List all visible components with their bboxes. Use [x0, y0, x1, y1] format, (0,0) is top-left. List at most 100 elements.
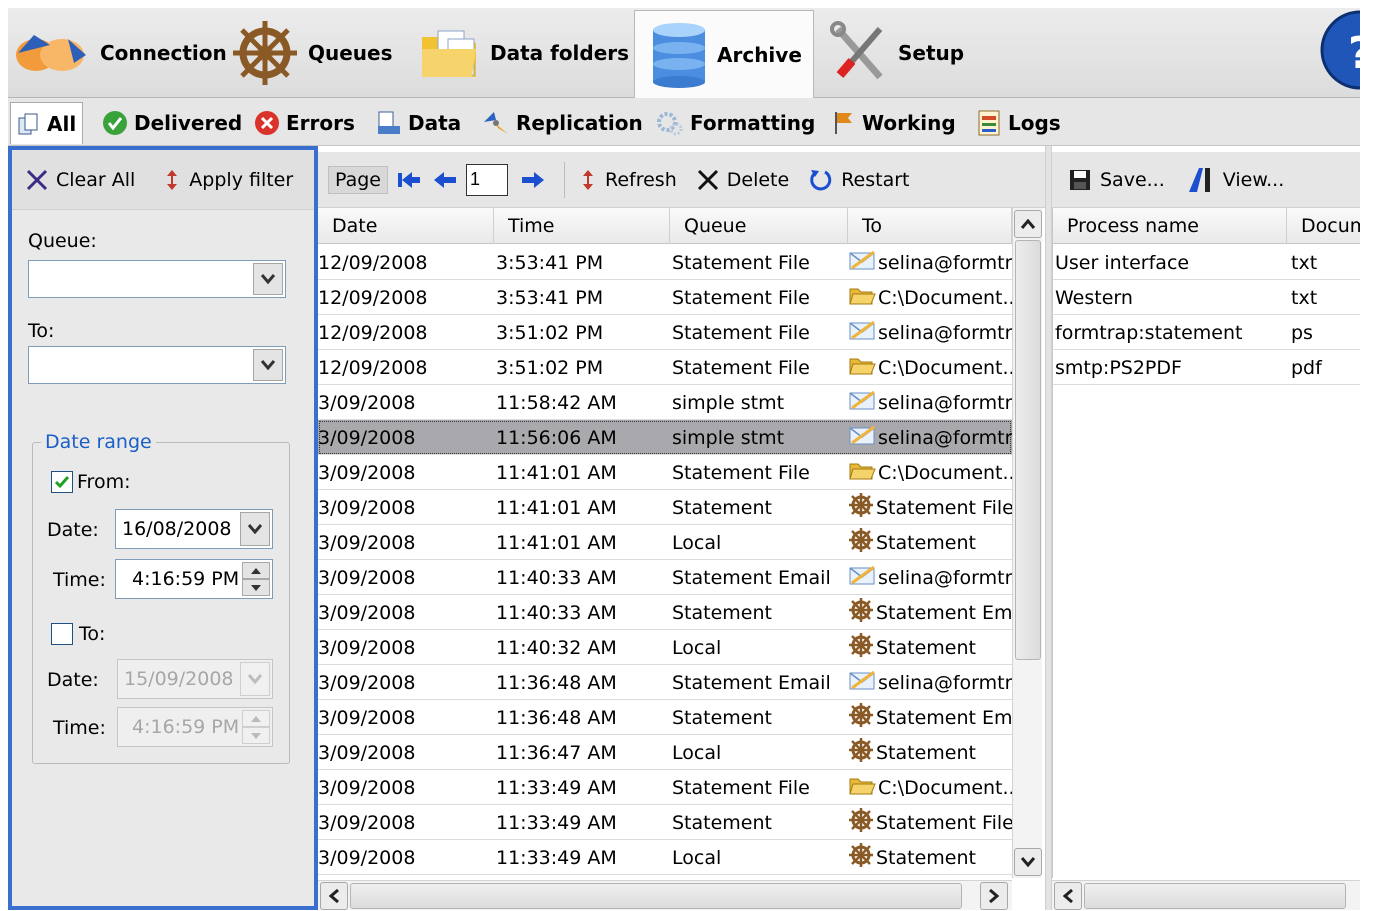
queues-button[interactable]: Queues: [232, 8, 393, 98]
cell-to: selina@formtr.: [848, 245, 1012, 280]
to-date-checkbox[interactable]: [51, 623, 73, 645]
table-row[interactable]: smtp:PS2PDF pdf: [1053, 350, 1360, 385]
tab-formatting[interactable]: Formatting: [650, 102, 821, 144]
chevron-down-icon[interactable]: [253, 263, 283, 295]
scroll-thumb[interactable]: [1084, 883, 1346, 909]
table-row[interactable]: Western txt: [1053, 280, 1360, 315]
table-row[interactable]: 3/09/2008 11:58:42 AM simple stmt selina@fo…: [318, 385, 1012, 420]
spin-up-icon[interactable]: [242, 562, 270, 579]
table-row[interactable]: 3/09/2008 11:36:48 AM Statement Email selin…: [318, 665, 1012, 700]
spin-down-icon[interactable]: [242, 579, 270, 596]
table-row[interactable]: 3/09/2008 11:36:48 AM Statement Statement E…: [318, 700, 1012, 735]
cell-to: Statement: [848, 525, 1012, 560]
to-time-spinner[interactable]: 4:16:59 PM: [117, 707, 273, 747]
table-row[interactable]: 12/09/2008 3:53:41 PM Statement File C:\Doc…: [318, 280, 1012, 315]
cell-to-text: selina@formtr.: [878, 566, 1012, 589]
cell-time: 11:40:32 AM: [496, 636, 617, 659]
delete-button[interactable]: Delete: [697, 169, 789, 191]
table-row[interactable]: 3/09/2008 11:36:47 AM Local Statement: [318, 735, 1012, 770]
from-checkbox[interactable]: [51, 471, 73, 493]
setup-button[interactable]: Setup: [830, 8, 964, 98]
cell-to: selina@formtr.: [848, 560, 1012, 595]
tab-working[interactable]: Working: [826, 102, 962, 144]
time-spin-buttons[interactable]: [242, 710, 270, 744]
spin-up-icon[interactable]: [242, 710, 270, 727]
chevron-down-icon[interactable]: [240, 512, 270, 546]
table-row[interactable]: User interface txt: [1053, 245, 1360, 280]
detail-horizontal-scrollbar[interactable]: [1052, 880, 1360, 910]
vertical-scrollbar[interactable]: [1012, 208, 1042, 878]
page-number-input[interactable]: [466, 163, 508, 196]
apply-filter-button[interactable]: Apply filter: [163, 168, 293, 192]
table-row[interactable]: 12/09/2008 3:51:02 PM Statement File C:\Doc…: [318, 350, 1012, 385]
table-row[interactable]: formtrap:statement ps: [1053, 315, 1360, 350]
table-row[interactable]: 3/09/2008 11:41:01 AM Statement Statement F…: [318, 490, 1012, 525]
first-page-icon[interactable]: [394, 169, 424, 191]
scroll-down-icon[interactable]: [1014, 848, 1042, 876]
cell-process-name: formtrap:statement: [1055, 321, 1243, 344]
from-date-picker[interactable]: 16/08/2008: [115, 509, 273, 549]
table-row[interactable]: 3/09/2008 11:40:33 AM Statement Statement E…: [318, 595, 1012, 630]
column-header-document[interactable]: Docum: [1287, 208, 1360, 244]
connection-button[interactable]: Connection: [14, 8, 227, 98]
column-header-date[interactable]: Date: [318, 208, 494, 244]
tab-data[interactable]: Data: [370, 102, 467, 144]
cell-to: selina@formtr.: [848, 385, 1012, 420]
tab-replication[interactable]: Replication: [476, 102, 649, 144]
apply-filter-label: Apply filter: [189, 168, 294, 191]
envelope-icon: [848, 563, 876, 592]
cell-to: Statement Ema: [848, 595, 1012, 630]
scroll-left-icon[interactable]: [1054, 882, 1082, 910]
column-header-time[interactable]: Time: [494, 208, 670, 244]
table-row[interactable]: 3/09/2008 11:41:01 AM Statement File C:\Doc…: [318, 455, 1012, 490]
table-row[interactable]: 3/09/2008 11:56:06 AM simple stmt selina@fo…: [318, 420, 1012, 455]
table-row[interactable]: 12/09/2008 3:53:41 PM Statement File selina…: [318, 245, 1012, 280]
archive-button[interactable]: Archive: [634, 10, 814, 99]
spin-down-icon[interactable]: [242, 727, 270, 744]
to-select[interactable]: [28, 346, 286, 384]
tab-all[interactable]: All: [10, 102, 84, 144]
queue-select[interactable]: [28, 260, 286, 298]
scroll-thumb[interactable]: [350, 883, 962, 909]
tab-logs[interactable]: Logs: [970, 102, 1067, 144]
to-date-picker[interactable]: 15/09/2008: [117, 659, 273, 699]
cell-date: 12/09/2008: [318, 356, 428, 379]
scroll-up-icon[interactable]: [1014, 210, 1042, 238]
table-row[interactable]: 3/09/2008 11:33:49 AM Statement File C:\Doc…: [318, 770, 1012, 805]
chevron-down-icon[interactable]: [253, 349, 283, 381]
tab-working-label: Working: [862, 111, 956, 135]
table-row[interactable]: 3/09/2008 11:41:01 AM Local Statement: [318, 525, 1012, 560]
scroll-thumb[interactable]: [1015, 240, 1041, 660]
cell-date: 3/09/2008: [318, 531, 416, 554]
horizontal-scrollbar[interactable]: [318, 880, 1012, 910]
table-row[interactable]: 3/09/2008 11:40:32 AM Local Statement: [318, 630, 1012, 665]
table-row[interactable]: 3/09/2008 11:33:49 AM Local Statement: [318, 840, 1012, 875]
table-row[interactable]: 12/09/2008 3:51:02 PM Statement File selina…: [318, 315, 1012, 350]
chevron-down-icon[interactable]: [240, 662, 270, 696]
data-folders-button[interactable]: Data folders: [420, 8, 629, 98]
time-spin-buttons[interactable]: [242, 562, 270, 596]
column-header-to[interactable]: To: [848, 208, 1012, 244]
scroll-right-icon[interactable]: [980, 882, 1008, 910]
next-page-icon[interactable]: [514, 169, 550, 191]
restart-button[interactable]: Restart: [809, 168, 910, 192]
table-row[interactable]: 3/09/2008 11:33:49 AM Statement Statement F…: [318, 805, 1012, 840]
cell-to-text: C:\Document..: [878, 286, 1012, 309]
to-date-value: 15/09/2008: [124, 668, 234, 690]
tab-errors[interactable]: Errors: [248, 102, 361, 144]
refresh-button[interactable]: Refresh: [579, 168, 677, 192]
save-button[interactable]: Save...: [1068, 168, 1165, 192]
help-button[interactable]: ?: [1318, 10, 1373, 95]
refresh-label: Refresh: [605, 168, 677, 191]
column-header-process-name[interactable]: Process name: [1053, 208, 1287, 244]
panel-splitter[interactable]: [1045, 146, 1052, 910]
clear-all-button[interactable]: Clear All: [26, 169, 135, 191]
previous-page-icon[interactable]: [430, 169, 460, 191]
archive-toolbar: Page Refresh Delete Restart: [318, 152, 1045, 208]
scroll-left-icon[interactable]: [320, 882, 348, 910]
view-button[interactable]: View...: [1187, 166, 1284, 194]
tab-delivered[interactable]: Delivered: [96, 102, 248, 144]
column-header-queue[interactable]: Queue: [670, 208, 848, 244]
table-row[interactable]: 3/09/2008 11:40:33 AM Statement Email selin…: [318, 560, 1012, 595]
from-time-spinner[interactable]: 4:16:59 PM: [115, 559, 273, 599]
